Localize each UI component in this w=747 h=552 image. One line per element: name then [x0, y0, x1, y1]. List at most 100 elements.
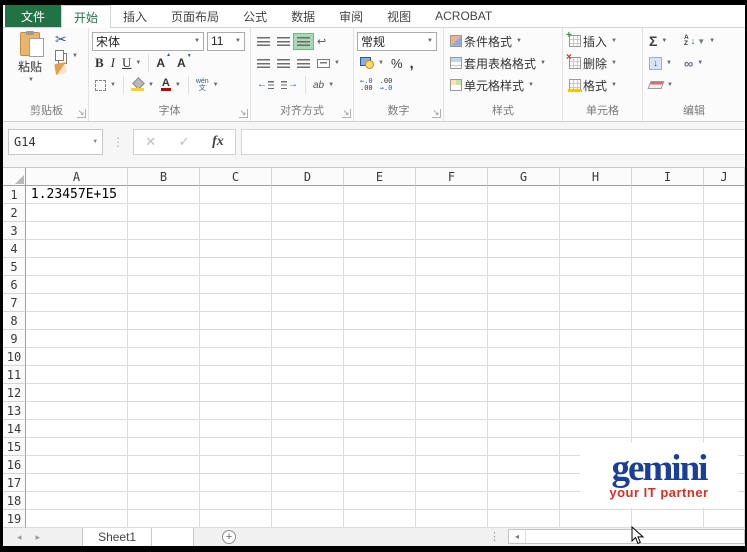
- cell-D10[interactable]: [272, 348, 344, 366]
- cell-A5[interactable]: [26, 258, 128, 276]
- cell-H12[interactable]: [560, 384, 632, 402]
- cell-J15[interactable]: [704, 438, 745, 456]
- cell-J19[interactable]: [704, 510, 745, 528]
- cell-B17[interactable]: [128, 474, 200, 492]
- clear-button[interactable]: ▼: [646, 80, 676, 90]
- cell-E2[interactable]: [344, 204, 416, 222]
- cell-A10[interactable]: [26, 348, 128, 366]
- format-painter-button[interactable]: [52, 62, 81, 75]
- cell-I16[interactable]: [632, 456, 704, 474]
- select-all-corner[interactable]: [3, 168, 26, 186]
- cell-H6[interactable]: [560, 276, 632, 294]
- cell-A14[interactable]: [26, 420, 128, 438]
- cell-E10[interactable]: [344, 348, 416, 366]
- cell-F12[interactable]: [416, 384, 488, 402]
- cut-button[interactable]: ✂: [52, 30, 81, 49]
- cell-J11[interactable]: [704, 366, 745, 384]
- cell-A8[interactable]: [26, 312, 128, 330]
- cell-H3[interactable]: [560, 222, 632, 240]
- cell-C4[interactable]: [200, 240, 272, 258]
- new-sheet-button[interactable]: +: [222, 530, 236, 544]
- decrease-indent-button[interactable]: ←: [254, 79, 277, 91]
- increase-indent-button[interactable]: →: [278, 79, 301, 91]
- row-header-9[interactable]: 9: [3, 330, 26, 348]
- cell-I1[interactable]: [632, 186, 704, 204]
- row-header-18[interactable]: 18: [3, 492, 26, 510]
- cell-G6[interactable]: [488, 276, 560, 294]
- merge-center-button[interactable]: ▼: [314, 58, 343, 69]
- row-header-10[interactable]: 10: [3, 348, 26, 366]
- cell-D3[interactable]: [272, 222, 344, 240]
- cell-C1[interactable]: [200, 186, 272, 204]
- number-format-combo[interactable]: 常规▼: [357, 32, 437, 51]
- cell-D15[interactable]: [272, 438, 344, 456]
- cell-C15[interactable]: [200, 438, 272, 456]
- column-header-I[interactable]: I: [632, 168, 704, 186]
- cell-J13[interactable]: [704, 402, 745, 420]
- cell-F5[interactable]: [416, 258, 488, 276]
- cell-H17[interactable]: [560, 474, 632, 492]
- cell-H19[interactable]: [560, 510, 632, 528]
- cell-B5[interactable]: [128, 258, 200, 276]
- cell-C5[interactable]: [200, 258, 272, 276]
- tab-review[interactable]: 审阅: [327, 5, 375, 27]
- cell-G4[interactable]: [488, 240, 560, 258]
- cell-J10[interactable]: [704, 348, 745, 366]
- formula-bar-splitter[interactable]: ⋮: [112, 135, 124, 149]
- bottom-align-button[interactable]: [294, 34, 313, 49]
- number-dialog-launcher-icon[interactable]: ↘: [432, 109, 441, 118]
- cell-A18[interactable]: [26, 492, 128, 510]
- row-header-8[interactable]: 8: [3, 312, 26, 330]
- cell-I2[interactable]: [632, 204, 704, 222]
- cell-B7[interactable]: [128, 294, 200, 312]
- tab-page-layout[interactable]: 页面布局: [159, 5, 231, 27]
- autosum-button[interactable]: Σ▼: [646, 32, 680, 50]
- cell-F14[interactable]: [416, 420, 488, 438]
- cell-H14[interactable]: [560, 420, 632, 438]
- decrease-decimal-button[interactable]: .00→.0: [377, 77, 396, 93]
- cell-A9[interactable]: [26, 330, 128, 348]
- cell-E18[interactable]: [344, 492, 416, 510]
- column-header-H[interactable]: H: [560, 168, 632, 186]
- cell-H9[interactable]: [560, 330, 632, 348]
- cell-C11[interactable]: [200, 366, 272, 384]
- column-header-J[interactable]: J: [704, 168, 745, 186]
- cell-F11[interactable]: [416, 366, 488, 384]
- cell-H10[interactable]: [560, 348, 632, 366]
- cell-C3[interactable]: [200, 222, 272, 240]
- format-cells-button[interactable]: 格式▼: [566, 76, 620, 95]
- tab-file[interactable]: 文件: [5, 5, 61, 27]
- cell-D13[interactable]: [272, 402, 344, 420]
- cell-E3[interactable]: [344, 222, 416, 240]
- cell-B13[interactable]: [128, 402, 200, 420]
- row-header-11[interactable]: 11: [3, 366, 26, 384]
- cell-D11[interactable]: [272, 366, 344, 384]
- cell-B14[interactable]: [128, 420, 200, 438]
- row-header-6[interactable]: 6: [3, 276, 26, 294]
- cell-F15[interactable]: [416, 438, 488, 456]
- cell-G11[interactable]: [488, 366, 560, 384]
- cell-E13[interactable]: [344, 402, 416, 420]
- tab-view[interactable]: 视图: [375, 5, 423, 27]
- column-header-F[interactable]: F: [416, 168, 488, 186]
- column-header-C[interactable]: C: [200, 168, 272, 186]
- underline-button[interactable]: U▼: [119, 54, 144, 72]
- cell-G7[interactable]: [488, 294, 560, 312]
- cell-C13[interactable]: [200, 402, 272, 420]
- cell-J17[interactable]: [704, 474, 745, 492]
- alignment-dialog-launcher-icon[interactable]: ↘: [342, 109, 351, 118]
- cell-G13[interactable]: [488, 402, 560, 420]
- cell-E15[interactable]: [344, 438, 416, 456]
- cell-A3[interactable]: [26, 222, 128, 240]
- row-header-7[interactable]: 7: [3, 294, 26, 312]
- cell-I17[interactable]: [632, 474, 704, 492]
- sort-filter-button[interactable]: AZ↓▼▼: [681, 34, 718, 48]
- orientation-button[interactable]: ab▼: [310, 79, 337, 92]
- align-center-button[interactable]: [274, 56, 293, 71]
- font-size-combo[interactable]: 11▼: [207, 32, 245, 51]
- cell-H5[interactable]: [560, 258, 632, 276]
- cell-J5[interactable]: [704, 258, 745, 276]
- cell-D19[interactable]: [272, 510, 344, 528]
- decrease-font-size-button[interactable]: A: [174, 55, 194, 71]
- cell-C7[interactable]: [200, 294, 272, 312]
